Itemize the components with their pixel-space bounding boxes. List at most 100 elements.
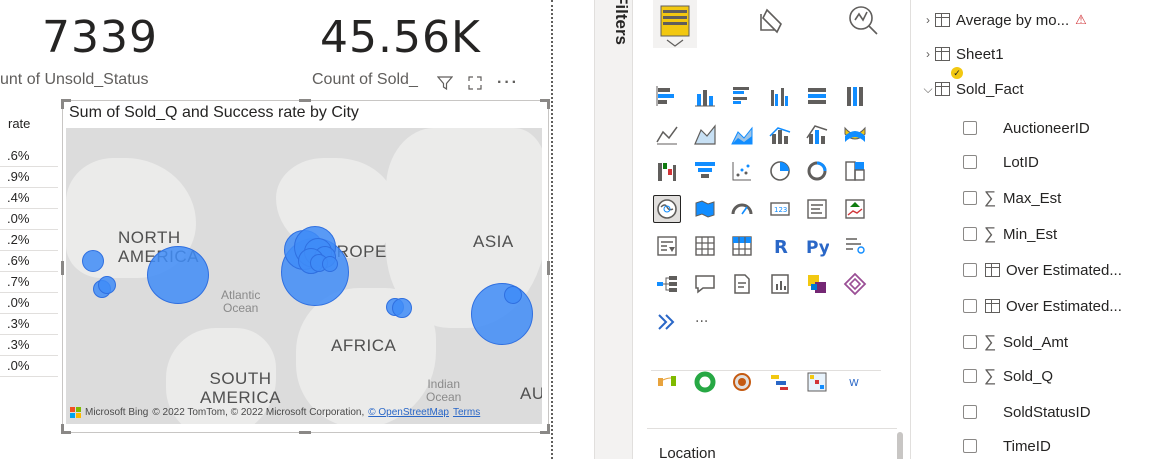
- field-item-5[interactable]: ∑ Max_Est: [963, 186, 1061, 210]
- more-visuals-icon[interactable]: ···: [691, 308, 719, 336]
- kpi-icon[interactable]: [841, 195, 869, 223]
- multi-row-card-icon[interactable]: [803, 195, 831, 223]
- filters-pane-collapsed[interactable]: Filters: [594, 0, 632, 459]
- field-item-4[interactable]: LotID: [963, 150, 1039, 174]
- report-canvas[interactable]: 7339 unt of Unsold_Status 45.56K Count o…: [0, 0, 590, 459]
- r-visual-icon[interactable]: R: [766, 232, 794, 260]
- field-table-1[interactable]: › Sheet1: [921, 42, 1004, 66]
- clustered-column-icon[interactable]: [766, 82, 794, 110]
- city-bubble[interactable]: [98, 276, 116, 294]
- field-item-12[interactable]: TimeID: [963, 434, 1051, 458]
- treemap-icon[interactable]: [841, 157, 869, 185]
- resize-handle[interactable]: [547, 99, 550, 109]
- city-bubble[interactable]: [504, 286, 522, 304]
- focus-mode-icon[interactable]: [467, 75, 483, 91]
- field-checkbox[interactable]: [963, 369, 977, 383]
- openstreetmap-link[interactable]: © OpenStreetMap: [368, 407, 449, 418]
- field-item-9[interactable]: ∑ Sold_Amt: [963, 330, 1068, 354]
- waterfall-icon[interactable]: [653, 157, 681, 185]
- map-area[interactable]: NORTH AMERICA EUROPE ASIA AFRICA SOUTH A…: [66, 128, 542, 424]
- chevron-right-icon[interactable]: ›: [921, 13, 935, 27]
- city-bubble[interactable]: [392, 298, 412, 318]
- location-field-well[interactable]: Location: [647, 428, 897, 459]
- resize-handle[interactable]: [61, 261, 64, 275]
- field-item-7[interactable]: Over Estimated...: [963, 258, 1122, 282]
- power-automate-icon[interactable]: [841, 270, 869, 298]
- field-item-10[interactable]: ∑ Sold_Q: [963, 364, 1053, 388]
- field-checkbox[interactable]: [963, 299, 977, 313]
- resize-handle[interactable]: [299, 99, 311, 102]
- field-checkbox[interactable]: [963, 263, 977, 277]
- table-icon[interactable]: [691, 232, 719, 260]
- line-clustered-column-icon[interactable]: [766, 120, 794, 148]
- 100-stacked-bar-icon[interactable]: [803, 82, 831, 110]
- terms-link[interactable]: Terms: [453, 407, 480, 418]
- chevron-down-icon[interactable]: ⌵: [921, 82, 935, 97]
- chevron-right-icon[interactable]: ›: [921, 47, 935, 61]
- field-checkbox[interactable]: [963, 405, 977, 419]
- stacked-column-icon[interactable]: [691, 82, 719, 110]
- resize-handle[interactable]: [299, 431, 311, 434]
- field-table-2[interactable]: ⌵ Sold_Fact: [921, 77, 1023, 101]
- analytics-tab-icon[interactable]: [845, 0, 881, 40]
- card-icon[interactable]: 123: [766, 195, 794, 223]
- custom-visual-ring-icon[interactable]: [691, 368, 719, 396]
- resize-handle[interactable]: [547, 261, 550, 275]
- paginated-report-icon[interactable]: [766, 270, 794, 298]
- kpi-sold-label: Count of Sold_: [312, 71, 418, 88]
- field-checkbox[interactable]: [963, 191, 977, 205]
- key-influencers-icon[interactable]: [841, 232, 869, 260]
- get-more-visuals-icon[interactable]: [653, 308, 681, 336]
- funnel-icon[interactable]: [691, 157, 719, 185]
- field-item-3[interactable]: AuctioneerID: [963, 116, 1090, 140]
- qa-visual-icon[interactable]: [691, 270, 719, 298]
- scatter-chart-icon[interactable]: [728, 157, 756, 185]
- field-checkbox[interactable]: [963, 121, 977, 135]
- filled-map-icon[interactable]: [691, 195, 719, 223]
- city-bubble[interactable]: [147, 246, 209, 304]
- city-bubble[interactable]: [471, 283, 533, 345]
- custom-visual-w-icon[interactable]: W: [841, 368, 869, 396]
- resize-handle[interactable]: [547, 424, 550, 434]
- filter-icon[interactable]: [437, 75, 453, 91]
- custom-visual-sankey-icon[interactable]: [653, 368, 681, 396]
- python-visual-icon[interactable]: Py: [803, 232, 831, 260]
- field-checkbox[interactable]: [963, 335, 977, 349]
- donut-chart-icon[interactable]: [803, 157, 831, 185]
- format-visual-tab-icon[interactable]: [753, 0, 789, 40]
- line-stacked-column-icon[interactable]: [803, 120, 831, 148]
- viz-pane-scrollbar[interactable]: [897, 432, 903, 459]
- field-item-8[interactable]: Over Estimated...: [963, 294, 1122, 318]
- smart-narrative-icon[interactable]: [728, 270, 756, 298]
- custom-visual-heat-icon[interactable]: [803, 368, 831, 396]
- more-options-icon[interactable]: ···: [497, 74, 519, 92]
- field-table-0[interactable]: › Average by mo... ⚠: [921, 8, 1087, 32]
- ribbon-chart-icon[interactable]: [841, 120, 869, 148]
- city-bubble[interactable]: [322, 256, 338, 272]
- resize-handle[interactable]: [61, 424, 64, 434]
- field-item-6[interactable]: ∑ Min_Est: [963, 222, 1057, 246]
- map-icon[interactable]: [653, 195, 681, 223]
- filters-label[interactable]: Filters: [611, 0, 631, 45]
- field-item-11[interactable]: SoldStatusID: [963, 400, 1091, 424]
- field-checkbox[interactable]: [963, 155, 977, 169]
- stacked-bar-icon[interactable]: [653, 82, 681, 110]
- field-checkbox[interactable]: [963, 227, 977, 241]
- clustered-bar-icon[interactable]: [728, 82, 756, 110]
- area-chart-icon[interactable]: [691, 120, 719, 148]
- power-apps-icon[interactable]: [803, 270, 831, 298]
- pie-chart-icon[interactable]: [766, 157, 794, 185]
- decomposition-tree-icon[interactable]: [653, 270, 681, 298]
- 100-stacked-column-icon[interactable]: [841, 82, 869, 110]
- custom-visual-gantt-icon[interactable]: [766, 368, 794, 396]
- resize-handle[interactable]: [61, 99, 64, 109]
- city-bubble[interactable]: [82, 250, 104, 272]
- slicer-icon[interactable]: [653, 232, 681, 260]
- custom-visual-gauge-icon[interactable]: [728, 368, 756, 396]
- field-checkbox[interactable]: [963, 439, 977, 453]
- matrix-icon[interactable]: [728, 232, 756, 260]
- gauge-icon[interactable]: [728, 195, 756, 223]
- line-chart-icon[interactable]: [653, 120, 681, 148]
- stacked-area-icon[interactable]: [728, 120, 756, 148]
- build-visual-tab-icon[interactable]: [653, 0, 697, 48]
